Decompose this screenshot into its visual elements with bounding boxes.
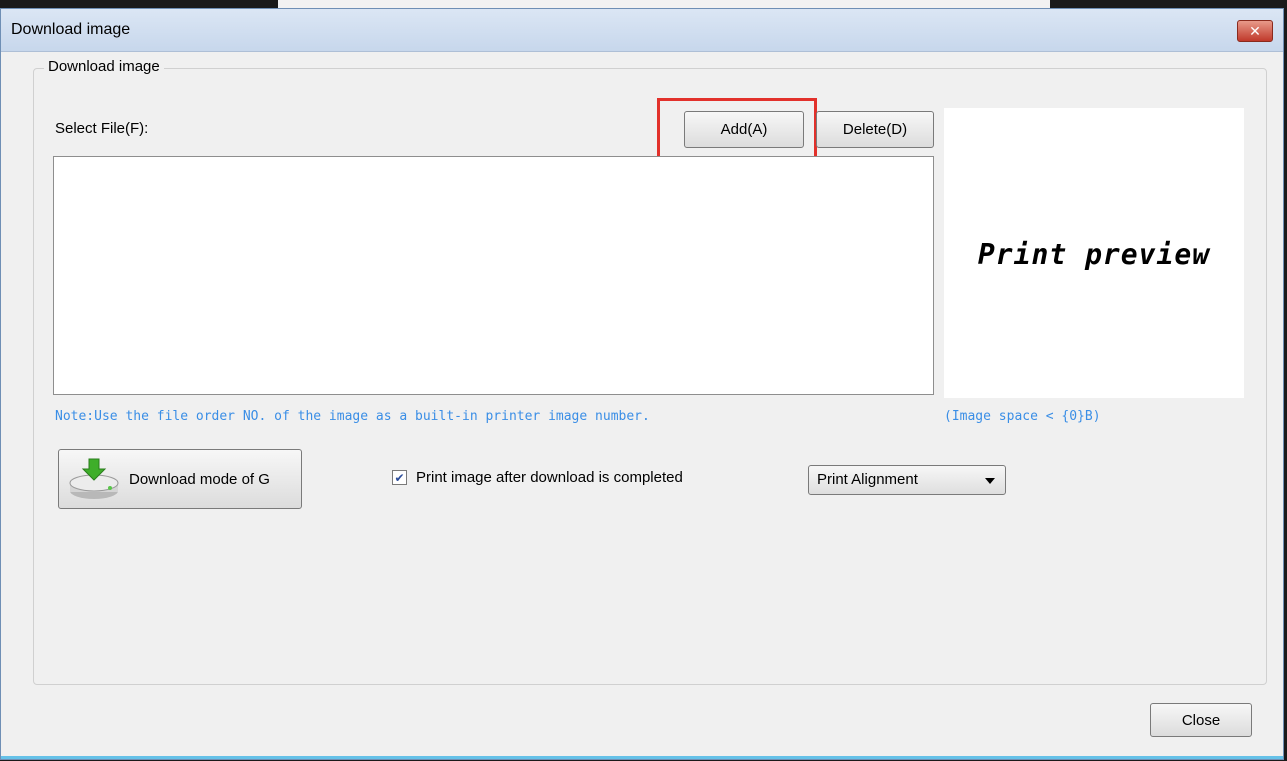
print-after-download-checkbox[interactable]: ✔ — [392, 470, 407, 485]
print-preview-panel: Print preview — [944, 108, 1244, 398]
delete-button[interactable]: Delete(D) — [816, 111, 934, 148]
print-alignment-dropdown[interactable]: Print Alignment — [808, 465, 1006, 495]
note-text: Note:Use the file order NO. of the image… — [55, 409, 650, 424]
image-space-text: (Image space < {0}B) — [944, 409, 1101, 424]
close-icon: ✕ — [1249, 22, 1261, 39]
print-preview-text: Print preview — [977, 238, 1211, 271]
window-close-button[interactable]: ✕ — [1237, 20, 1273, 42]
file-list[interactable] — [53, 156, 934, 395]
window-title: Download image — [11, 21, 131, 38]
select-file-label: Select File(F): — [55, 120, 149, 137]
download-mode-button[interactable]: Download mode of G — [58, 449, 302, 509]
add-button-highlight — [657, 98, 817, 164]
title-bar: Download image ✕ — [1, 9, 1283, 52]
close-button[interactable]: Close — [1150, 703, 1252, 737]
print-alignment-value: Print Alignment — [817, 471, 918, 488]
window-bottom-border — [1, 756, 1283, 759]
checkmark-icon: ✔ — [394, 470, 405, 485]
groupbox-legend: Download image — [44, 58, 164, 75]
print-after-download-option[interactable]: ✔ Print image after download is complete… — [392, 469, 683, 486]
chevron-down-icon — [985, 478, 995, 484]
print-after-download-label: Print image after download is completed — [416, 469, 683, 486]
download-mode-label: Download mode of G — [129, 470, 270, 488]
download-drive-icon — [69, 458, 119, 499]
